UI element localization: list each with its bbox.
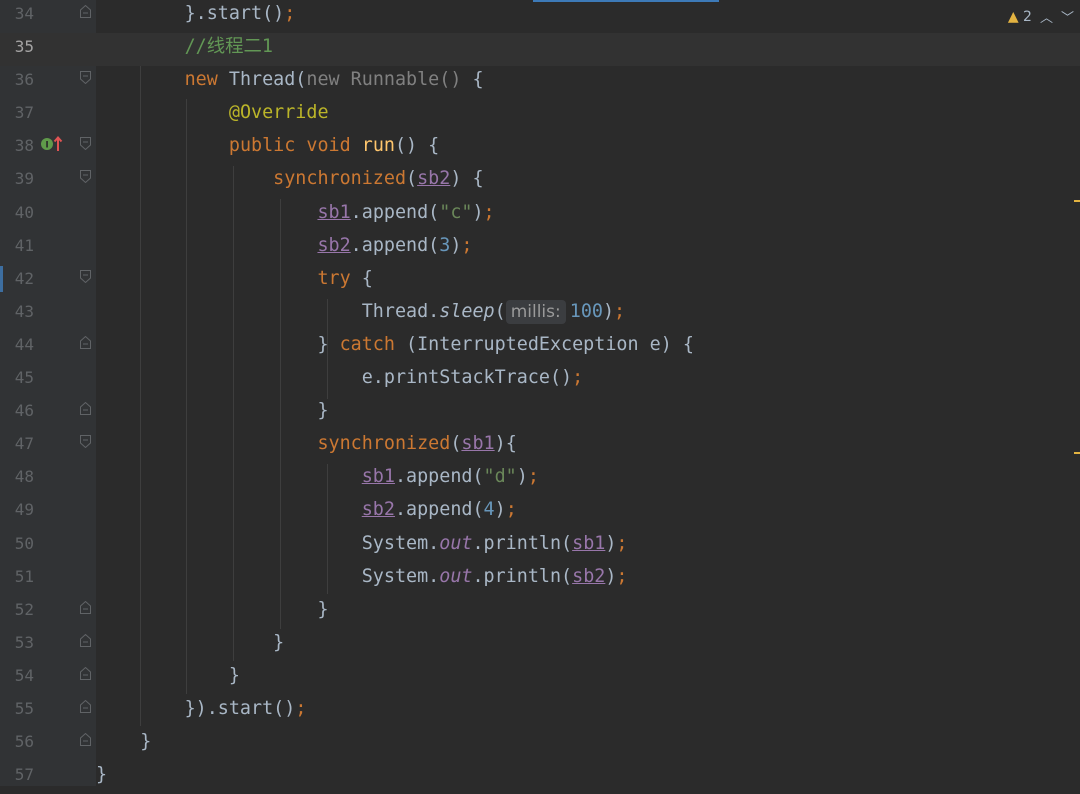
code-line[interactable]: 50 System.out.println(sb1); [0, 530, 1080, 563]
fold-marker-icon[interactable] [80, 633, 91, 647]
fold-marker-icon[interactable] [80, 71, 91, 85]
code-text: } [96, 631, 285, 653]
code-editor[interactable]: 34 }.start(); 35 //线程二1 36 new Thread(new … [0, 0, 1080, 786]
code-text: }).start(); [96, 697, 307, 719]
line-number: 51 [14, 566, 34, 586]
code-line[interactable]: 47 synchronized(sb1){ [0, 430, 1080, 463]
line-number: 36 [14, 70, 34, 90]
fold-marker-icon[interactable] [80, 666, 91, 680]
code-line[interactable]: 48 sb1.append("d"); [0, 463, 1080, 496]
code-text: sb1.append("c"); [317, 201, 495, 223]
fold-marker-icon[interactable] [80, 170, 91, 184]
line-number: 54 [14, 665, 34, 685]
override-method-icon[interactable]: I [40, 134, 64, 154]
line-number: 35 [14, 37, 34, 57]
code-line[interactable]: 55 }).start(); [0, 695, 1080, 728]
code-line[interactable]: 40 sb1.append("c"); [0, 199, 1080, 232]
line-number: 55 [14, 698, 34, 718]
code-line[interactable]: 57} [0, 761, 1080, 794]
code-text: synchronized(sb2) { [273, 168, 484, 190]
line-number: 47 [14, 434, 34, 454]
chevron-up-icon[interactable]: ︿ [1040, 7, 1053, 26]
fold-marker-icon[interactable] [80, 269, 91, 283]
line-number: 34 [14, 4, 34, 23]
line-number: 41 [14, 235, 34, 255]
code-line[interactable]: 49 sb2.append(4); [0, 496, 1080, 529]
line-number: 44 [14, 334, 34, 354]
code-text: } [96, 400, 329, 422]
fold-marker-icon[interactable] [80, 402, 91, 416]
code-text: Thread.sleep(millis: 100); [96, 299, 626, 324]
code-line[interactable]: 39 synchronized(sb2) { [0, 165, 1080, 198]
code-text: new Thread(new Runnable() { [184, 69, 484, 91]
code-line[interactable]: 54 } [0, 662, 1080, 695]
chevron-down-icon[interactable]: ﹀ [1061, 7, 1074, 26]
line-number: 42 [14, 268, 34, 288]
code-line[interactable]: 46 } [0, 397, 1080, 430]
code-line[interactable]: 42 try { [0, 265, 1080, 298]
line-number: 39 [14, 169, 34, 189]
code-text: sb1.append("d"); [361, 466, 539, 488]
line-number: 43 [14, 301, 34, 321]
code-text: } [96, 598, 329, 620]
code-line[interactable]: 36 new Thread(new Runnable() { [0, 66, 1080, 99]
code-text: @Override [228, 102, 329, 124]
code-line[interactable]: 34 }.start(); [0, 0, 1080, 33]
code-text: public void run() { [228, 135, 440, 157]
code-text: synchronized(sb1){ [317, 433, 517, 455]
code-line[interactable]: 53 } [0, 629, 1080, 662]
line-number: 56 [14, 732, 34, 752]
line-number: 53 [14, 632, 34, 652]
code-text: sb2.append(4); [361, 499, 517, 521]
code-text: } [96, 764, 108, 786]
code-text: }.start(); [96, 3, 296, 24]
code-text: try { [317, 267, 373, 289]
line-number: 37 [14, 103, 34, 123]
code-line[interactable]: 56 } [0, 728, 1080, 761]
warning-stripe[interactable] [1074, 200, 1080, 202]
line-number: 46 [14, 401, 34, 421]
code-line[interactable]: 52 } [0, 596, 1080, 629]
warning-stripe[interactable] [1074, 452, 1080, 454]
code-line[interactable]: 41 sb2.append(3); [0, 232, 1080, 265]
code-lines: 34 }.start(); 35 //线程二1 36 new Thread(new … [0, 0, 1080, 794]
line-number: 52 [14, 599, 34, 619]
fold-marker-icon[interactable] [80, 699, 91, 713]
warning-count[interactable]: ▲ 2 [1008, 9, 1032, 25]
code-line[interactable]: 37 @Override [0, 99, 1080, 132]
fold-marker-icon[interactable] [80, 600, 91, 614]
fold-marker-icon[interactable] [80, 5, 91, 18]
line-number: 49 [14, 500, 34, 520]
code-line[interactable]: 51 System.out.println(sb2); [0, 563, 1080, 596]
line-number: 50 [14, 533, 34, 553]
line-number: 40 [14, 202, 34, 222]
fold-marker-icon[interactable] [80, 335, 91, 349]
code-line[interactable]: 44 } catch (InterruptedException e) { [0, 331, 1080, 364]
fold-marker-icon[interactable] [80, 435, 91, 449]
line-number: 48 [14, 467, 34, 487]
inspection-widget[interactable]: ▲ 2 ︿ ﹀ [1008, 7, 1074, 27]
code-text: System.out.println(sb2); [96, 565, 628, 587]
code-text: System.out.println(sb1); [96, 532, 628, 554]
code-line[interactable]: 38 public void run() { [0, 132, 1080, 165]
code-text: } catch (InterruptedException e) { [96, 333, 694, 355]
code-line[interactable]: 43 Thread.sleep(millis: 100); [0, 298, 1080, 331]
fold-marker-icon[interactable] [80, 733, 91, 747]
fold-marker-icon[interactable] [80, 137, 91, 151]
code-text: } [96, 731, 152, 753]
line-number: 45 [14, 368, 34, 388]
code-text: } [96, 664, 240, 686]
svg-text:I: I [45, 141, 48, 151]
code-text: e.printStackTrace(); [96, 367, 584, 389]
code-line[interactable]: 35 //线程二1 [0, 33, 1080, 67]
code-text: //线程二1 [184, 36, 273, 58]
warning-icon: ▲ [1007, 8, 1019, 25]
line-number: 38 [14, 136, 34, 156]
code-line[interactable]: 45 e.printStackTrace(); [0, 364, 1080, 397]
line-number: 57 [14, 765, 34, 785]
code-text: sb2.append(3); [317, 234, 473, 256]
